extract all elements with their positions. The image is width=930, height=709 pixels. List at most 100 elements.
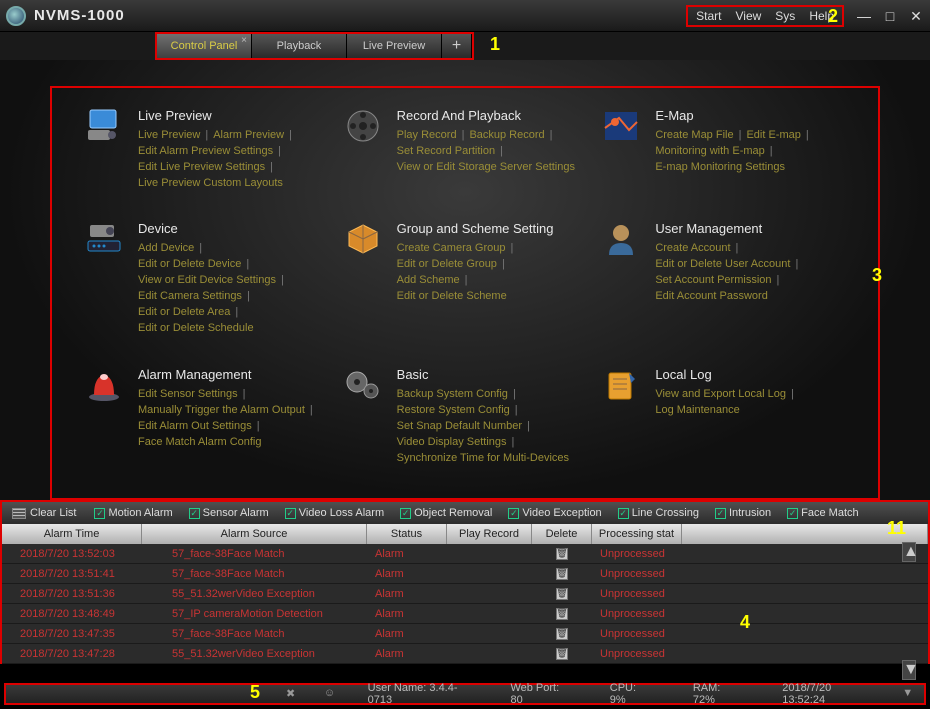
link-set-record-partition[interactable]: Set Record Partition	[397, 143, 495, 159]
link-face-match-alarm-config[interactable]: Face Match Alarm Config	[138, 434, 262, 450]
top-menu: Start View Sys Help	[686, 5, 844, 27]
scrollbar-down[interactable]: ▼	[902, 660, 916, 680]
link-storage-server-settings[interactable]: View or Edit Storage Server Settings	[397, 159, 575, 175]
link-view-export-log[interactable]: View and Export Local Log	[655, 386, 786, 402]
close-button[interactable]: ✕	[908, 10, 924, 22]
link-log-maintenance[interactable]: Log Maintenance	[655, 402, 739, 418]
tab-live-preview[interactable]: Live Preview	[347, 34, 442, 58]
cell-play	[447, 604, 532, 623]
alarm-table-header: Alarm Time Alarm Source Status Play Reco…	[0, 524, 930, 544]
notepad-icon	[599, 367, 643, 407]
user-icon[interactable]: ☺	[324, 687, 338, 701]
module-grid: Live Preview Live Preview| Alarm Preview…	[50, 86, 880, 500]
filter-object-removal[interactable]: ✓Object Removal	[400, 507, 492, 519]
link-emap-monitoring-settings[interactable]: E-map Monitoring Settings	[655, 159, 785, 175]
link-edit-delete-area[interactable]: Edit or Delete Area	[138, 304, 230, 320]
delete-icon[interactable]: 🗑	[556, 568, 568, 580]
link-create-account[interactable]: Create Account	[655, 240, 730, 256]
close-icon[interactable]: ×	[241, 35, 247, 46]
link-edit-sensor-settings[interactable]: Edit Sensor Settings	[138, 386, 238, 402]
cell-status: Alarm	[367, 544, 447, 563]
alarm-filter-bar: Clear List ✓Motion Alarm ✓Sensor Alarm ✓…	[0, 500, 930, 524]
delete-icon[interactable]: 🗑	[556, 548, 568, 560]
link-create-map[interactable]: Create Map File	[655, 127, 733, 143]
link-edit-live-preview-settings[interactable]: Edit Live Preview Settings	[138, 159, 265, 175]
cell-source: 57_face-38Face Match	[142, 624, 367, 643]
filter-motion-alarm[interactable]: ✓Motion Alarm	[94, 507, 172, 519]
module-emap: E-Map Create Map File| Edit E-map| Monit…	[599, 108, 848, 213]
module-title: Group and Scheme Setting	[397, 221, 590, 236]
delete-icon[interactable]: 🗑	[556, 648, 568, 660]
tools-icon[interactable]: ✖	[286, 687, 300, 701]
menu-view[interactable]: View	[736, 9, 762, 23]
link-edit-delete-device[interactable]: Edit or Delete Device	[138, 256, 241, 272]
col-alarm-source: Alarm Source	[142, 524, 367, 544]
cell-source: 57_IP cameraMotion Detection	[142, 604, 367, 623]
filter-video-loss[interactable]: ✓Video Loss Alarm	[285, 507, 384, 519]
link-live-preview-custom-layouts[interactable]: Live Preview Custom Layouts	[138, 175, 283, 191]
link-manual-trigger-alarm[interactable]: Manually Trigger the Alarm Output	[138, 402, 305, 418]
link-play-record[interactable]: Play Record	[397, 127, 457, 143]
chevron-down-icon[interactable]: ▼	[902, 687, 916, 701]
link-add-device[interactable]: Add Device	[138, 240, 194, 256]
status-bar: ✖ ☺ User Name: 3.4.4-0713 Web Port: 80 C…	[4, 683, 926, 705]
tab-control-panel[interactable]: Control Panel×	[157, 34, 252, 58]
link-edit-delete-scheme[interactable]: Edit or Delete Scheme	[397, 288, 507, 304]
link-video-display-settings[interactable]: Video Display Settings	[397, 434, 507, 450]
menu-help[interactable]: Help	[809, 9, 834, 23]
link-set-account-permission[interactable]: Set Account Permission	[655, 272, 771, 288]
cell-play	[447, 584, 532, 603]
module-title: Basic	[397, 367, 590, 382]
menu-start[interactable]: Start	[696, 9, 721, 23]
title-bar: NVMS-1000 Start View Sys Help — □ ✕	[0, 0, 930, 32]
link-sync-time[interactable]: Synchronize Time for Multi-Devices	[397, 450, 569, 466]
delete-icon[interactable]: 🗑	[556, 608, 568, 620]
link-edit-emap[interactable]: Edit E-map	[746, 127, 800, 143]
link-view-edit-device-settings[interactable]: View or Edit Device Settings	[138, 272, 276, 288]
cell-time: 2018/7/20 13:51:41	[2, 564, 142, 583]
table-row[interactable]: 2018/7/20 13:51:3655_51.32werVideo Excep…	[2, 584, 928, 604]
scrollbar-up[interactable]: ▲	[902, 542, 916, 562]
table-row[interactable]: 2018/7/20 13:52:0357_face-38Face MatchAl…	[2, 544, 928, 564]
tab-add[interactable]: +	[442, 34, 472, 58]
tab-strip: Control Panel× Playback Live Preview +	[0, 32, 930, 60]
table-row[interactable]: 2018/7/20 13:47:2855_51.32werVideo Excep…	[2, 644, 928, 664]
cell-proc: Unprocessed	[592, 644, 682, 663]
table-row[interactable]: 2018/7/20 13:51:4157_face-38Face MatchAl…	[2, 564, 928, 584]
module-group-scheme: Group and Scheme Setting Create Camera G…	[341, 221, 590, 358]
link-snap-default-number[interactable]: Set Snap Default Number	[397, 418, 522, 434]
link-alarm-preview[interactable]: Alarm Preview	[213, 127, 284, 143]
link-edit-alarm-out[interactable]: Edit Alarm Out Settings	[138, 418, 252, 434]
filter-intrusion[interactable]: ✓Intrusion	[715, 507, 771, 519]
link-create-camera-group[interactable]: Create Camera Group	[397, 240, 506, 256]
link-monitoring-emap[interactable]: Monitoring with E-map	[655, 143, 764, 159]
menu-sys[interactable]: Sys	[775, 9, 795, 23]
link-edit-delete-group[interactable]: Edit or Delete Group	[397, 256, 497, 272]
link-backup-record[interactable]: Backup Record	[469, 127, 544, 143]
delete-icon[interactable]: 🗑	[556, 588, 568, 600]
filter-video-exception[interactable]: ✓Video Exception	[508, 507, 601, 519]
link-edit-camera-settings[interactable]: Edit Camera Settings	[138, 288, 242, 304]
link-edit-delete-schedule[interactable]: Edit or Delete Schedule	[138, 320, 254, 336]
link-restore-config[interactable]: Restore System Config	[397, 402, 510, 418]
link-edit-alarm-preview-settings[interactable]: Edit Alarm Preview Settings	[138, 143, 273, 159]
cell-play	[447, 544, 532, 563]
maximize-button[interactable]: □	[882, 10, 898, 22]
table-row[interactable]: 2018/7/20 13:48:4957_IP cameraMotion Det…	[2, 604, 928, 624]
link-add-scheme[interactable]: Add Scheme	[397, 272, 460, 288]
clear-list-button[interactable]: Clear List	[12, 507, 76, 519]
cube-icon	[341, 221, 385, 261]
module-basic: Basic Backup System Config| Restore Syst…	[341, 367, 590, 488]
link-live-preview[interactable]: Live Preview	[138, 127, 200, 143]
filter-sensor-alarm[interactable]: ✓Sensor Alarm	[189, 507, 269, 519]
tab-playback[interactable]: Playback	[252, 34, 347, 58]
filter-face-match[interactable]: ✓Face Match	[787, 507, 858, 519]
filter-line-crossing[interactable]: ✓Line Crossing	[618, 507, 699, 519]
delete-icon[interactable]: 🗑	[556, 628, 568, 640]
link-backup-config[interactable]: Backup System Config	[397, 386, 508, 402]
link-edit-delete-account[interactable]: Edit or Delete User Account	[655, 256, 790, 272]
link-edit-account-password[interactable]: Edit Account Password	[655, 288, 768, 304]
status-user: User Name: 3.4.4-0713	[368, 682, 467, 706]
table-row[interactable]: 2018/7/20 13:47:3557_face-38Face MatchAl…	[2, 624, 928, 644]
minimize-button[interactable]: —	[856, 10, 872, 22]
